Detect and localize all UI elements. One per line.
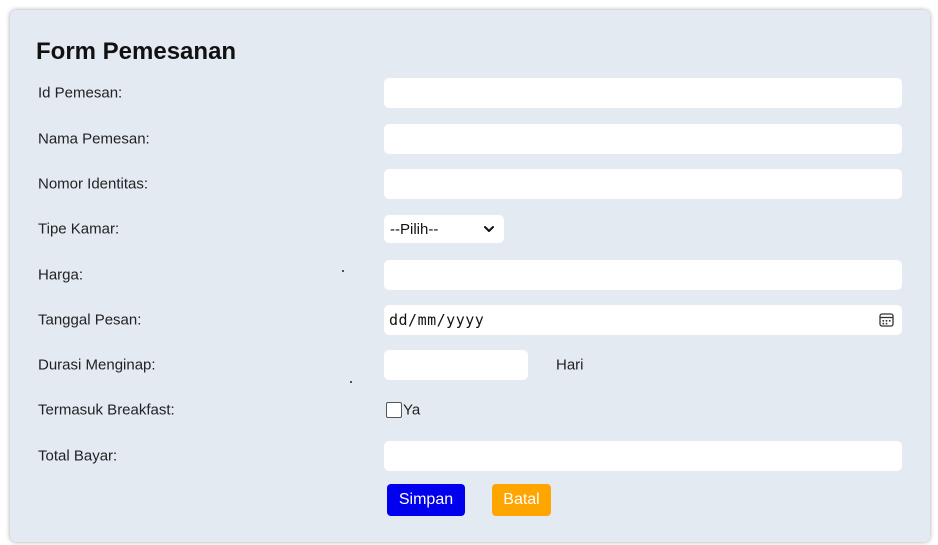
termasuk-breakfast-label: Termasuk Breakfast: — [38, 401, 175, 419]
harga-label: Harga: — [38, 266, 84, 284]
breakfast-option-label[interactable]: Ya — [403, 402, 420, 419]
chevron-down-icon — [484, 226, 494, 232]
id-pemesan-label: Id Pemesan: — [38, 84, 123, 102]
nomor-identitas-label: Nomor Identitas: — [38, 175, 149, 193]
durasi-menginap-input[interactable] — [384, 350, 528, 380]
tipe-kamar-select[interactable]: --Pilih-- — [384, 215, 504, 243]
tanggal-pesan-label: Tanggal Pesan: — [38, 311, 142, 329]
row-tipe-kamar: Tipe Kamar: --Pilih-- — [10, 214, 930, 244]
stray-dot — [350, 381, 352, 383]
id-pemesan-input[interactable] — [384, 78, 902, 108]
tipe-kamar-selected-value: --Pilih-- — [390, 221, 439, 238]
cancel-button[interactable]: Batal — [492, 484, 551, 516]
total-bayar-label: Total Bayar: — [38, 447, 118, 465]
durasi-unit-label: Hari — [556, 356, 584, 374]
row-tanggal-pesan: Tanggal Pesan: dd/mm/yyyy — [10, 305, 930, 335]
save-button[interactable]: Simpan — [387, 484, 465, 516]
row-durasi-menginap: Durasi Menginap: Hari — [10, 350, 930, 380]
nama-pemesan-label: Nama Pemesan: — [38, 130, 150, 148]
harga-input[interactable] — [384, 260, 902, 290]
form-title: Form Pemesanan — [36, 38, 237, 65]
stray-dot — [342, 270, 344, 272]
breakfast-checkbox[interactable] — [386, 402, 402, 418]
row-total-bayar: Total Bayar: — [10, 441, 930, 471]
calendar-icon[interactable] — [879, 312, 894, 327]
row-id-pemesan: Id Pemesan: — [10, 78, 930, 108]
row-nama-pemesan: Nama Pemesan: — [10, 124, 930, 154]
tipe-kamar-label: Tipe Kamar: — [38, 220, 120, 238]
tanggal-pesan-input[interactable]: dd/mm/yyyy — [384, 305, 902, 335]
row-termasuk-breakfast: Termasuk Breakfast: Ya — [10, 395, 930, 425]
total-bayar-input[interactable] — [384, 441, 902, 471]
booking-form-card: Form Pemesanan Id Pemesan: Nama Pemesan:… — [10, 10, 930, 542]
nomor-identitas-input[interactable] — [384, 169, 902, 199]
date-placeholder: dd/mm/yyyy — [389, 311, 485, 329]
nama-pemesan-input[interactable] — [384, 124, 902, 154]
row-nomor-identitas: Nomor Identitas: — [10, 169, 930, 199]
durasi-menginap-label: Durasi Menginap: — [38, 356, 156, 374]
row-harga: Harga: — [10, 260, 930, 290]
